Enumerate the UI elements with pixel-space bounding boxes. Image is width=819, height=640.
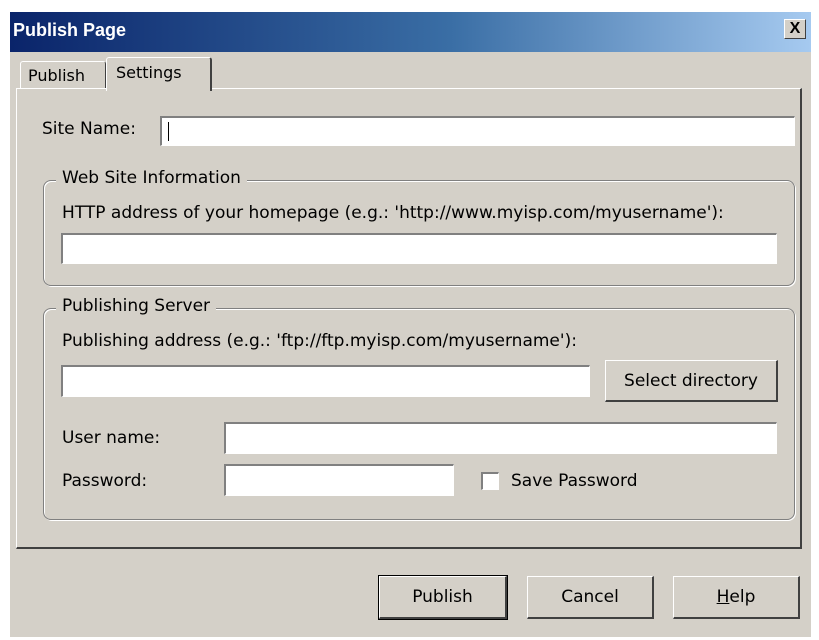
tab-publish[interactable]: Publish	[20, 61, 106, 89]
close-icon: X	[789, 20, 801, 37]
tab-settings-label: Settings	[116, 63, 182, 82]
help-mnemonic: H	[716, 587, 730, 607]
window-title: Publish Page	[13, 20, 127, 40]
password-input[interactable]	[224, 464, 454, 496]
publish-button[interactable]: Publish	[378, 575, 508, 620]
site-name-input[interactable]	[160, 116, 795, 146]
publishing-address-input[interactable]	[61, 365, 590, 397]
http-address-label: HTTP address of your homepage (e.g.: 'ht…	[62, 203, 724, 223]
publishing-address-label: Publishing address (e.g.: 'ftp://ftp.myi…	[62, 331, 577, 351]
help-button[interactable]: Help	[673, 576, 800, 619]
http-address-input[interactable]	[61, 233, 777, 264]
site-name-label: Site Name:	[42, 119, 136, 139]
title-bar[interactable]: Publish Page X	[10, 12, 811, 52]
cancel-button-label: Cancel	[561, 587, 619, 607]
web-site-information-legend: Web Site Information	[56, 168, 247, 188]
help-button-label: Help	[717, 587, 756, 607]
save-password-checkbox[interactable]	[481, 472, 499, 490]
publish-button-label: Publish	[412, 587, 473, 607]
password-label: Password:	[62, 471, 148, 491]
save-password-label[interactable]: Save Password	[511, 471, 638, 491]
text-caret	[168, 122, 169, 141]
tab-settings[interactable]: Settings	[106, 57, 212, 91]
select-directory-button[interactable]: Select directory	[605, 360, 778, 402]
select-directory-label: Select directory	[624, 371, 758, 391]
cancel-button[interactable]: Cancel	[527, 576, 654, 619]
user-name-label: User name:	[62, 428, 161, 448]
close-button[interactable]: X	[784, 19, 806, 39]
tab-publish-label: Publish	[28, 66, 86, 85]
publishing-server-legend: Publishing Server	[56, 296, 217, 316]
help-label-rest: elp	[729, 587, 756, 607]
user-name-input[interactable]	[224, 422, 777, 454]
